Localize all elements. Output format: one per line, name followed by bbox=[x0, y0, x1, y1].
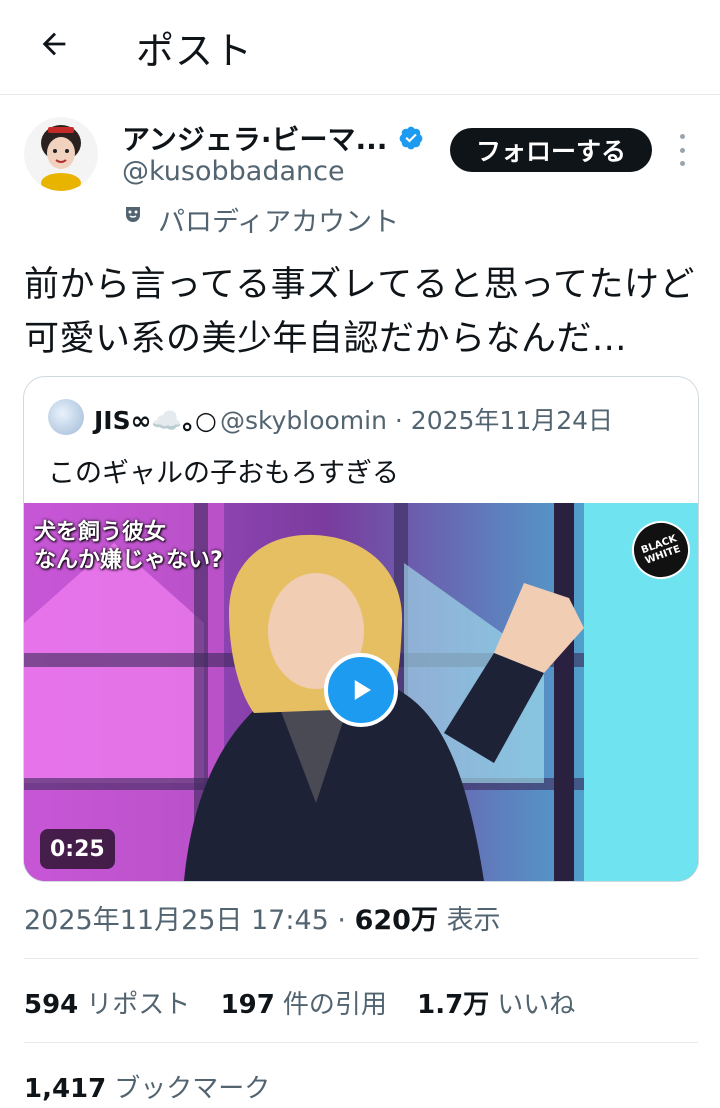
top-bar: ポスト bbox=[0, 0, 720, 95]
play-icon bbox=[354, 680, 371, 700]
page-title: ポスト bbox=[136, 29, 254, 73]
author-name[interactable]: アンジェラ·ビーマ... bbox=[122, 118, 387, 158]
quote-author-name[interactable]: JIS∞☁️｡○ bbox=[94, 401, 217, 437]
video-player[interactable]: 犬を飼う彼女 なんか嫌じゃない? BLACK WHITE 0:25 bbox=[24, 503, 698, 881]
more-options-icon[interactable] bbox=[672, 134, 692, 166]
post-timestamp[interactable]: 2025年11月25日 17:45 · bbox=[24, 905, 355, 936]
follow-button[interactable]: フォローする bbox=[450, 128, 652, 172]
quoted-post[interactable]: JIS∞☁️｡○ @skybloomin · 2025年11月24日 このギャル… bbox=[23, 376, 699, 882]
view-count-label: 表示 bbox=[437, 905, 501, 936]
tweet-text: 前から言ってる事ズレてると思ってたけど可愛い系の美少年自認だからなんだ... bbox=[24, 265, 696, 359]
verified-badge-icon bbox=[398, 125, 424, 151]
arrow-left-icon[interactable] bbox=[34, 24, 74, 64]
video-caption: 犬を飼う彼女 なんか嫌じゃない? bbox=[34, 519, 223, 575]
theater-mask-icon bbox=[122, 203, 146, 227]
author-handle[interactable]: @kusobbadance bbox=[122, 156, 345, 187]
quote-avatar[interactable] bbox=[48, 399, 84, 435]
quote-text: このギャルの子おもろすぎる bbox=[48, 458, 399, 489]
post-stats: 594 リポスト 197 件の引用 1.7万 いいね bbox=[24, 984, 597, 1021]
video-duration: 0:25 bbox=[40, 829, 115, 869]
divider bbox=[24, 958, 698, 959]
view-count: 620万 bbox=[354, 905, 438, 936]
divider bbox=[24, 1042, 698, 1043]
play-button[interactable] bbox=[324, 653, 398, 727]
like-count[interactable]: 1.7万 いいね bbox=[417, 990, 575, 1020]
video-caption-line-1: 犬を飼う彼女 bbox=[34, 520, 167, 545]
quote-author-meta: @skybloomin · 2025年11月24日 bbox=[220, 406, 614, 435]
repost-count[interactable]: 594 リポスト bbox=[24, 990, 190, 1020]
post-meta: 2025年11月25日 17:45 · 620万 表示 bbox=[24, 898, 501, 937]
avatar[interactable] bbox=[24, 117, 98, 191]
parody-account-label: パロディアカウント bbox=[158, 207, 400, 238]
bookmark-count[interactable]: 1,417 ブックマーク bbox=[24, 1068, 270, 1105]
video-caption-line-2: なんか嫌じゃない? bbox=[34, 548, 223, 573]
quote-count[interactable]: 197 件の引用 bbox=[221, 990, 387, 1020]
